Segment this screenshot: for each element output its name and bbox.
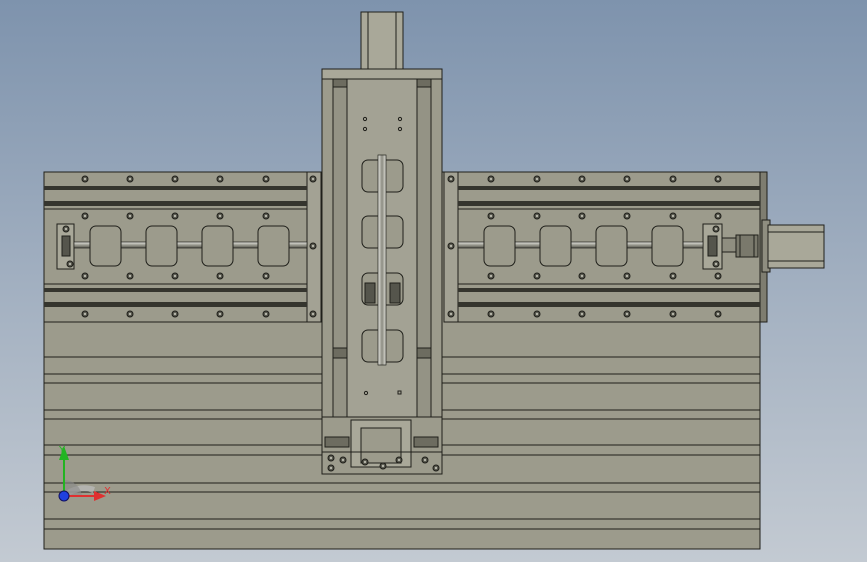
top-stepper-motor [360, 11, 404, 71]
screw-socket [218, 312, 222, 316]
screw-socket [671, 214, 675, 218]
screw-socket [423, 458, 427, 462]
screw-socket [363, 460, 367, 464]
screw-socket [535, 177, 539, 181]
y-axis-label: Y [58, 445, 66, 456]
screw-socket [64, 227, 68, 231]
x-lead-screw [377, 154, 387, 366]
right-y-axis-module [443, 171, 825, 323]
screw-socket [489, 214, 493, 218]
screw-socket [714, 227, 718, 231]
screw-socket [264, 312, 268, 316]
screw-socket [173, 214, 177, 218]
screw-socket [625, 214, 629, 218]
screw-socket [489, 274, 493, 278]
screw-socket [83, 274, 87, 278]
x-axis-label: X [104, 486, 111, 497]
screw-socket [489, 177, 493, 181]
screw-socket [264, 274, 268, 278]
left-y-axis-module [43, 171, 322, 323]
screw-socket [580, 177, 584, 181]
motor-coupling [721, 237, 737, 253]
screw-socket [716, 312, 720, 316]
screw-socket [397, 458, 401, 462]
screw-socket [716, 214, 720, 218]
screw-socket [535, 274, 539, 278]
screw-socket [329, 456, 333, 460]
screw-socket [716, 177, 720, 181]
z-axis-indicator [58, 490, 70, 502]
screw-socket [311, 244, 315, 248]
screw-socket [311, 177, 315, 181]
screw-socket [218, 274, 222, 278]
screw-socket [341, 458, 345, 462]
screw-socket [264, 177, 268, 181]
right-stepper-motor [761, 219, 825, 273]
cad-viewport[interactable]: X Y [0, 0, 867, 562]
gantry-carriage [321, 68, 443, 418]
screw-socket [449, 312, 453, 316]
screw-socket [434, 466, 438, 470]
screw-socket [264, 214, 268, 218]
screw-socket [173, 312, 177, 316]
screw-socket [311, 312, 315, 316]
screw-socket [68, 262, 72, 266]
screw-socket [535, 312, 539, 316]
screw-socket [580, 214, 584, 218]
screw-socket [128, 214, 132, 218]
screw-socket [671, 312, 675, 316]
screw-socket [625, 312, 629, 316]
screw-socket [625, 177, 629, 181]
screw-socket [714, 262, 718, 266]
screw-socket [218, 177, 222, 181]
screw-socket [580, 274, 584, 278]
screw-socket [218, 214, 222, 218]
screw-socket [716, 274, 720, 278]
screw-socket [381, 464, 385, 468]
screw-socket [449, 177, 453, 181]
screw-socket [83, 177, 87, 181]
screw-socket [173, 274, 177, 278]
screw-socket [173, 177, 177, 181]
screw-socket [128, 274, 132, 278]
screw-socket [671, 274, 675, 278]
screw-socket [625, 274, 629, 278]
screw-socket [671, 177, 675, 181]
screw-socket [128, 177, 132, 181]
screw-socket [580, 312, 584, 316]
screw-socket [535, 214, 539, 218]
screw-socket [128, 312, 132, 316]
screw-socket [83, 312, 87, 316]
screw-socket [489, 312, 493, 316]
screw-socket [449, 244, 453, 248]
screw-socket [329, 466, 333, 470]
screw-socket [83, 214, 87, 218]
